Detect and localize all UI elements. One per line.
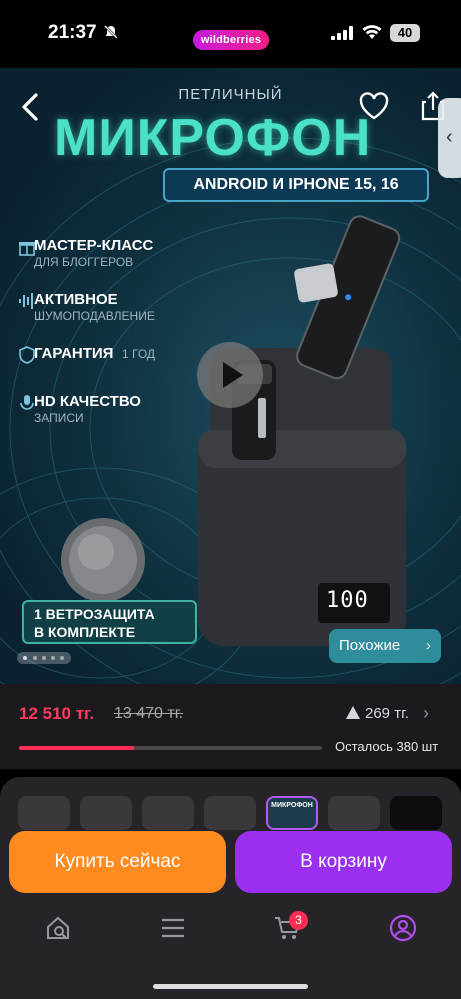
triangle-up-icon (346, 706, 360, 719)
current-price: 12 510 тг. (19, 704, 95, 723)
back-arrow-icon[interactable] (14, 90, 48, 124)
gallery-pagination (17, 652, 71, 664)
pagination-dot (51, 656, 55, 660)
home-indicator (153, 984, 308, 989)
cart-count-badge: 3 (289, 911, 308, 930)
play-icon (223, 362, 243, 388)
hero-subtitle: ПЕТЛИЧНЫЙ (178, 86, 283, 103)
battery-indicator: 40 (390, 24, 420, 42)
stock-progress-bar (19, 746, 322, 750)
status-bar: 21:37 wildberries 40 (0, 0, 461, 68)
bottom-action-panel: МИКРОФОН Купить сейчас В корзину 3 (0, 777, 461, 999)
compatibility-pill: ANDROID И IPHONE 15, 16 (163, 168, 429, 202)
thumbnail[interactable] (328, 796, 380, 830)
thumbnail[interactable] (18, 796, 70, 830)
stock-progress-fill (19, 746, 135, 750)
clock: 21:37 (48, 22, 97, 43)
signal-icon (331, 26, 353, 40)
cashback-amount[interactable]: 269 тг. (365, 705, 409, 722)
price-section: 12 510 тг. 13 470 тг. 269 тг. › Осталось… (0, 684, 461, 769)
hero-title: МИКРОФОН (54, 109, 372, 167)
home-search-icon[interactable] (44, 913, 74, 943)
windscreen-pill: 1 ВЕТРОЗАЩИТА В КОМПЛЕКТЕ (22, 600, 197, 644)
muted-bell-icon (104, 25, 118, 39)
similar-products-button[interactable]: Похожие › (329, 629, 441, 663)
wildberries-badge: wildberries (193, 30, 269, 50)
add-to-cart-button[interactable]: В корзину (235, 831, 452, 893)
profile-icon[interactable] (388, 913, 418, 943)
thumbnail[interactable] (204, 796, 256, 830)
pagination-dot (23, 656, 27, 660)
product-image-gallery[interactable]: ПЕТЛИЧНЫЙ МИКРОФОН ANDROID И IPHONE 15, … (0, 68, 461, 684)
chevron-right-icon: › (426, 637, 431, 654)
similar-label: Похожие (339, 637, 401, 654)
catalog-menu-icon[interactable] (158, 913, 188, 943)
feature-sub: ЗАПИСИ (34, 411, 84, 425)
chevron-right-icon[interactable]: › (423, 703, 429, 724)
windscreen-line2: В КОМПЛЕКТЕ (34, 624, 136, 640)
favorite-heart-icon[interactable] (358, 90, 390, 122)
feature-sub: ДЛЯ БЛОГГЕРОВ (34, 255, 134, 269)
thumbnail[interactable] (390, 796, 442, 830)
feature-sub: ШУМОПОДАВЛЕНИЕ (34, 309, 155, 323)
windscreen-line1: 1 ВЕТРОЗАЩИТА (34, 606, 155, 622)
play-video-button[interactable] (197, 342, 263, 408)
thumbnail[interactable] (80, 796, 132, 830)
pagination-dot (33, 656, 37, 660)
buy-now-button[interactable]: Купить сейчас (9, 831, 226, 893)
thumbnail[interactable] (142, 796, 194, 830)
feature-main: АКТИВНОЕ (34, 291, 118, 308)
feature-main: МАСТЕР-КЛАСС (34, 237, 154, 254)
feature-sub: 1 ГОД (122, 347, 156, 361)
pagination-dot (42, 656, 46, 660)
old-price: 13 470 тг. (114, 705, 184, 722)
wifi-icon (362, 25, 382, 39)
feature-main: HD КАЧЕСТВО (34, 393, 141, 410)
thumbnail-active[interactable]: МИКРОФОН (266, 796, 318, 830)
thumbnail-strip: МИКРОФОН (18, 796, 448, 830)
stock-remaining: Осталось 380 шт (335, 739, 439, 754)
side-panel-tab[interactable]: ‹ (438, 98, 461, 178)
chevron-left-icon: ‹ (446, 126, 453, 148)
pagination-dot (60, 656, 64, 660)
thumbnail-title: МИКРОФОН (271, 802, 313, 809)
feature-main: ГАРАНТИЯ (34, 345, 114, 362)
case-display: 100 (326, 588, 369, 613)
